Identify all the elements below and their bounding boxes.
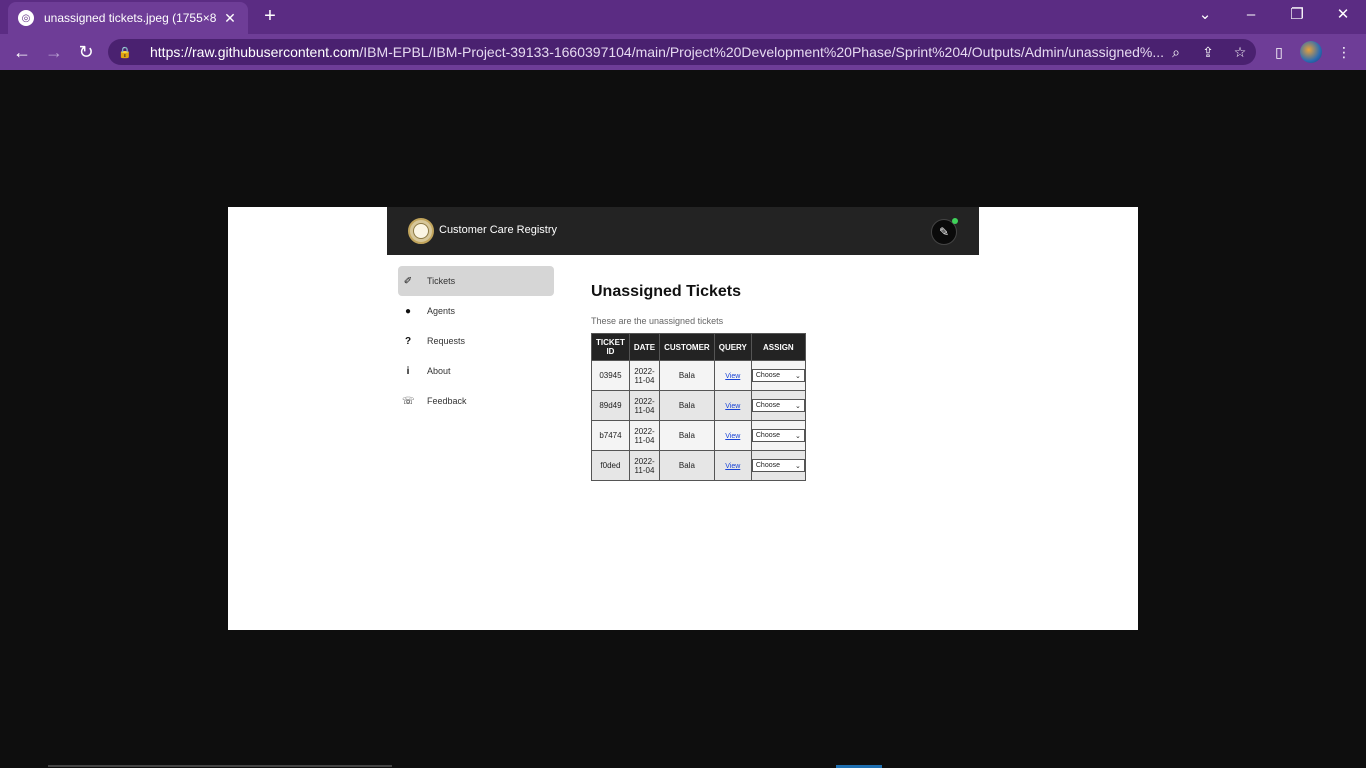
customer-cell: Bala xyxy=(659,420,715,451)
page-subtitle: These are the unassigned tickets xyxy=(591,316,724,326)
table-header-row: TICKET ID DATE CUSTOMER QUERY ASSIGN xyxy=(591,333,806,361)
customer-cell: Bala xyxy=(659,360,715,391)
ticket-id-cell: 03945 xyxy=(591,360,630,391)
assign-select-value: Choose xyxy=(755,432,781,439)
reload-button[interactable]: ↻ xyxy=(74,40,98,64)
query-cell: View xyxy=(713,450,752,481)
assign-select-value: Choose xyxy=(755,372,781,379)
assign-select[interactable]: Choose ⌄ xyxy=(751,429,805,442)
customer-cell: Bala xyxy=(659,450,715,481)
close-tab-icon[interactable]: ✕ xyxy=(222,10,238,27)
forward-button[interactable]: → xyxy=(42,40,66,64)
date-cell: 2022-11-04 xyxy=(628,420,661,451)
column-header: TICKET ID xyxy=(591,333,630,361)
view-link[interactable]: View xyxy=(725,463,740,470)
sidebar-item-requests[interactable]: ? Requests xyxy=(398,326,554,356)
ticket-icon: ✐ xyxy=(403,275,413,287)
table-row: 03945 2022-11-04 Bala View Choose ⌄ xyxy=(591,360,806,391)
assign-cell: Choose ⌄ xyxy=(750,420,806,451)
sidebar-item-label: Agents xyxy=(427,306,456,316)
query-cell: View xyxy=(713,420,752,451)
date-cell: 2022-11-04 xyxy=(628,360,661,391)
globe-icon: ◎ xyxy=(18,10,34,26)
menu-icon[interactable]: ⋮ xyxy=(1332,40,1356,64)
view-link[interactable]: View xyxy=(725,433,740,440)
ticket-id-cell: f0ded xyxy=(591,450,630,481)
assign-select-value: Choose xyxy=(755,402,781,409)
assign-select-value: Choose xyxy=(755,462,781,469)
side-panel-icon[interactable]: ▯ xyxy=(1267,40,1291,64)
page-title: Unassigned Tickets xyxy=(591,283,741,300)
online-status-dot xyxy=(952,218,958,224)
column-header: CUSTOMER xyxy=(659,333,715,361)
app-header: Customer Care Registry ✎ xyxy=(387,207,979,255)
table-row: 89d49 2022-11-04 Bala View Choose ⌄ xyxy=(591,390,806,421)
assign-cell: Choose ⌄ xyxy=(750,360,806,391)
url-path: /IBM-EPBL/IBM-Project-39133-1660397104/m… xyxy=(359,44,1165,60)
sidebar-item-tickets[interactable]: ✐ Tickets xyxy=(398,266,554,296)
info-icon: i xyxy=(406,365,410,377)
question-icon: ? xyxy=(404,335,412,347)
sidebar-item-feedback[interactable]: ☏ Feedback xyxy=(398,386,554,416)
chevron-down-icon: ⌄ xyxy=(795,462,801,470)
displayed-image: Customer Care Registry ✎ ✐ Tickets ● Age… xyxy=(228,207,1138,630)
tab-title: unassigned tickets.jpeg (1755×81 xyxy=(44,11,216,25)
sidebar: ✐ Tickets ● Agents ? Requests i About ☏ … xyxy=(398,266,554,416)
tickets-table: TICKET ID DATE CUSTOMER QUERY ASSIGN 039… xyxy=(591,333,806,481)
assign-cell: Choose ⌄ xyxy=(750,390,806,421)
table-row: f0ded 2022-11-04 Bala View Choose ⌄ xyxy=(591,450,806,481)
url-host: https://raw.githubusercontent.com xyxy=(150,44,360,60)
taskbar-divider xyxy=(48,765,392,767)
profile-avatar[interactable] xyxy=(1300,41,1322,63)
sidebar-item-label: Requests xyxy=(427,336,466,346)
date-cell: 2022-11-04 xyxy=(628,390,661,421)
assign-cell: Choose ⌄ xyxy=(750,450,806,481)
sidebar-item-label: About xyxy=(427,366,451,376)
view-link[interactable]: View xyxy=(725,403,740,410)
tab-search-icon[interactable]: ⌄ xyxy=(1190,4,1220,26)
customer-cell: Bala xyxy=(659,390,715,421)
assign-select[interactable]: Choose ⌄ xyxy=(751,369,805,382)
close-window-button[interactable]: ✕ xyxy=(1328,4,1358,26)
minimize-button[interactable]: – xyxy=(1236,4,1266,26)
query-cell: View xyxy=(713,360,752,391)
sidebar-item-about[interactable]: i About xyxy=(398,356,554,386)
zoom-icon[interactable]: ⌕ xyxy=(1164,40,1188,64)
browser-tab[interactable]: ◎ unassigned tickets.jpeg (1755×81 ✕ xyxy=(8,2,248,34)
table-row: b7474 2022-11-04 Bala View Choose ⌄ xyxy=(591,420,806,451)
address-bar[interactable]: 🔒 https://raw.githubusercontent.com/IBM-… xyxy=(108,39,1256,65)
assign-select[interactable]: Choose ⌄ xyxy=(751,399,805,412)
view-link[interactable]: View xyxy=(725,373,740,380)
back-button[interactable]: ← xyxy=(10,40,34,64)
sidebar-item-label: Feedback xyxy=(427,396,467,406)
column-header: QUERY xyxy=(713,333,752,361)
app-title: Customer Care Registry xyxy=(439,224,557,236)
browser-toolbar: ← → ↻ 🔒 https://raw.githubusercontent.co… xyxy=(0,34,1366,70)
ticket-id-cell: 89d49 xyxy=(591,390,630,421)
main-content: Unassigned Tickets These are the unassig… xyxy=(591,283,806,481)
new-tab-button[interactable]: + xyxy=(258,6,282,28)
share-icon[interactable]: ⇪ xyxy=(1196,40,1220,64)
date-cell: 2022-11-04 xyxy=(628,450,661,481)
ticket-id-cell: b7474 xyxy=(591,420,630,451)
user-icon: ● xyxy=(404,305,412,317)
logo xyxy=(408,218,434,244)
chevron-down-icon: ⌄ xyxy=(795,432,801,440)
column-header: DATE xyxy=(628,333,661,361)
query-cell: View xyxy=(713,390,752,421)
sidebar-item-label: Tickets xyxy=(427,276,456,286)
chevron-down-icon: ⌄ xyxy=(795,402,801,410)
sidebar-item-agents[interactable]: ● Agents xyxy=(398,296,554,326)
restore-button[interactable]: ❐ xyxy=(1282,4,1312,26)
bookmark-star-icon[interactable]: ☆ xyxy=(1228,40,1252,64)
chat-icon: ☏ xyxy=(402,395,415,407)
assign-select[interactable]: Choose ⌄ xyxy=(751,459,805,472)
lock-icon[interactable]: 🔒 xyxy=(118,46,136,59)
column-header: ASSIGN xyxy=(750,333,806,361)
browser-tabstrip: ◎ unassigned tickets.jpeg (1755×81 ✕ + ⌄… xyxy=(0,0,1366,34)
chevron-down-icon: ⌄ xyxy=(795,372,801,380)
